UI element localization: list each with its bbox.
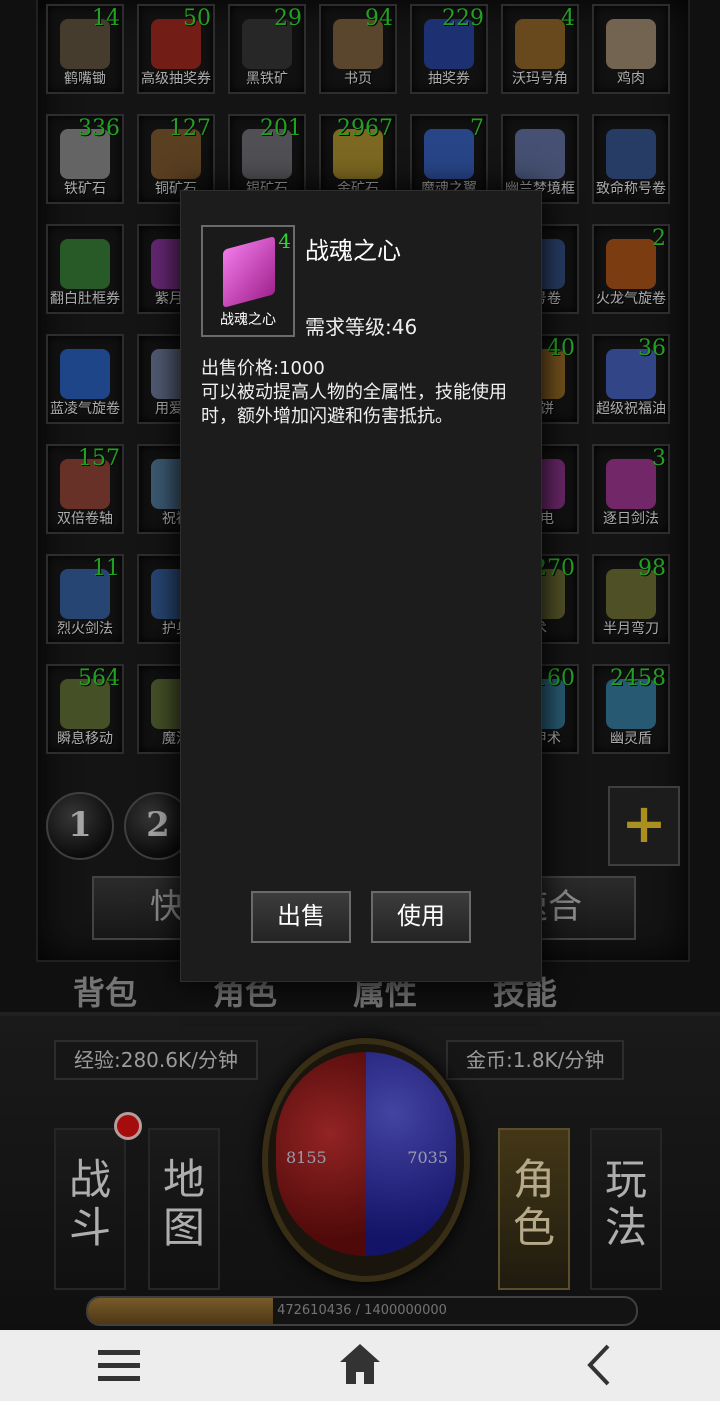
skill-book-icon (223, 236, 275, 308)
sell-button[interactable]: 出售 (251, 891, 351, 943)
sell-price: 出售价格:1000 (201, 358, 325, 379)
item-count: 4 (278, 229, 291, 253)
back-icon[interactable] (584, 1344, 614, 1386)
item-description: 可以被动提高人物的全属性，技能使用时，额外增加闪避和伤害抵抗。 (201, 382, 507, 427)
item-name: 战魂之心 (305, 237, 401, 265)
home-icon[interactable] (338, 1342, 382, 1386)
use-button[interactable]: 使用 (371, 891, 471, 943)
item-detail-modal: 4 战魂之心 战魂之心 需求等级:46 出售价格:1000 可以被动提高人物的全… (180, 190, 542, 982)
item-thumbnail: 4 战魂之心 (201, 225, 295, 337)
thumb-label: 战魂之心 (220, 312, 276, 328)
menu-icon[interactable] (98, 1346, 142, 1386)
item-description-block: 出售价格:1000 可以被动提高人物的全属性，技能使用时，额外增加闪避和伤害抵抗… (201, 357, 521, 429)
level-requirement: 需求等级:46 (305, 315, 418, 339)
system-navbar (0, 1330, 720, 1401)
